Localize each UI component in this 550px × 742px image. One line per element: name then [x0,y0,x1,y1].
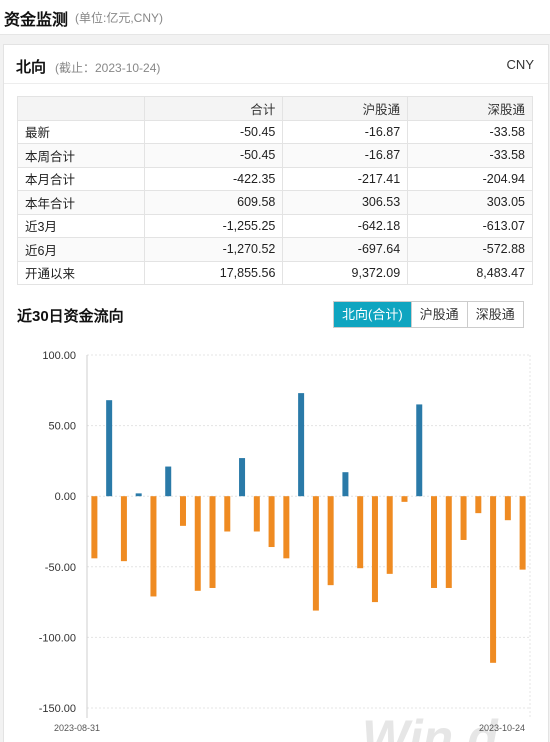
table-row: 本年合计 609.58 306.53 303.05 [17,190,533,215]
flow-bar [519,496,526,570]
cell-sz: -204.94 [407,166,533,191]
flow-bar [106,400,113,497]
flow-bar [371,496,378,603]
flow-bar [475,496,482,514]
flow-bar [386,496,393,574]
row-label: 本周合计 [17,143,145,168]
flow-bar [224,496,231,532]
row-label: 开通以来 [17,260,145,285]
y-tick-label: -100.00 [39,632,76,644]
table-row: 最新 -50.45 -16.87 -33.58 [17,119,533,144]
cell-sh: 9,372.09 [282,260,409,285]
card-header: 北向 (截止：2023-10-24) CNY [4,45,548,84]
y-tick-label: -150.00 [39,703,76,715]
column-header: 深股通 [407,96,533,121]
flow-bar [445,496,452,588]
flow-bar [327,496,334,586]
cell-sz: -572.88 [407,237,533,262]
card-title: 北向 [16,59,47,76]
northbound-table: 合计 沪股通 深股通 最新 -50.45 -16.87 -33.58 本周合计 … [17,96,533,285]
x-tick-label-first: 2023-08-31 [54,723,100,733]
flow-bar [179,496,186,526]
flow-bar [342,472,349,497]
flow-bar [431,496,438,588]
cell-sh: -642.18 [282,213,409,238]
cell-sz: -33.58 [407,119,533,144]
page-header: 资金监测 (单位:亿元,CNY) [0,0,550,35]
flow-bar [135,493,142,497]
cell-total: 17,855.56 [143,260,284,285]
y-tick-label: 50.00 [48,421,76,433]
row-label: 本月合计 [17,166,145,191]
cell-sz: -613.07 [407,213,533,238]
y-tick-label: 100.00 [42,350,76,362]
cell-sz: 8,483.47 [407,260,533,285]
currency-label: CNY [506,57,534,72]
y-tick-label: -50.00 [45,562,76,574]
flow-bar [239,458,246,497]
cell-sz: 303.05 [407,190,533,215]
cell-total: -1,255.25 [143,213,284,238]
y-tick-label: 0.00 [55,491,76,503]
x-tick-label-last: 2023-10-24 [479,723,525,733]
northbound-card: 北向 (截止：2023-10-24) CNY 合计 沪股通 深股通 最新 -50… [3,44,549,742]
flow-bar [312,496,319,611]
cell-total: 609.58 [143,190,284,215]
tab-shenzhen-connect[interactable]: 深股通 [466,302,523,327]
table-row: 本月合计 -422.35 -217.41 -204.94 [17,166,533,191]
flow-bar [209,496,216,588]
table-header-row: 合计 沪股通 深股通 [17,96,533,121]
cell-sh: -16.87 [282,119,409,144]
flow-bar [120,496,127,562]
table-row: 开通以来 17,855.56 9,372.09 8,483.47 [17,260,533,285]
flow-bar [150,496,157,597]
cell-total: -50.45 [143,143,284,168]
flow-bar [91,496,98,559]
cell-sh: -217.41 [282,166,409,191]
as-of-date: (截止：2023-10-24) [55,61,161,75]
cell-total: -422.35 [143,166,284,191]
row-label: 最新 [17,119,145,144]
unit-label: (单位:亿元,CNY) [75,11,163,25]
cell-sh: -697.64 [282,237,409,262]
cell-sh: -16.87 [282,143,409,168]
flow-bar [268,496,275,548]
cell-sz: -33.58 [407,143,533,168]
table-row: 近3月 -1,255.25 -642.18 -613.07 [17,213,533,238]
flow-bar-chart: Win.d100.0050.000.00-50.00-100.00-150.00… [39,350,531,742]
column-header [17,96,145,121]
flow-bar [165,466,172,497]
flow-tabs: 北向(合计) 沪股通 深股通 [333,301,524,328]
cell-sh: 306.53 [282,190,409,215]
row-label: 近3月 [17,213,145,238]
flow-bar [357,496,364,569]
row-label: 近6月 [17,237,145,262]
cell-total: -1,270.52 [143,237,284,262]
flow-bar [298,393,305,497]
flow-bar [504,496,511,521]
flow-bar [401,496,408,502]
tab-northbound-total[interactable]: 北向(合计) [334,302,411,327]
flow-section-title: 近30日资金流向 [17,308,124,325]
flow-bar [490,496,497,663]
flow-bar [416,404,423,497]
page-title: 资金监测 [4,12,69,29]
flow-bar [460,496,467,540]
column-header: 合计 [143,96,284,121]
cell-total: -50.45 [143,119,284,144]
flow-bar [194,496,201,591]
flow-bar [253,496,260,532]
tab-shanghai-connect[interactable]: 沪股通 [410,302,467,327]
flow-bar [283,496,290,559]
column-header: 沪股通 [282,96,409,121]
table-row: 本周合计 -50.45 -16.87 -33.58 [17,143,533,168]
row-label: 本年合计 [17,190,145,215]
table-row: 近6月 -1,270.52 -697.64 -572.88 [17,237,533,262]
